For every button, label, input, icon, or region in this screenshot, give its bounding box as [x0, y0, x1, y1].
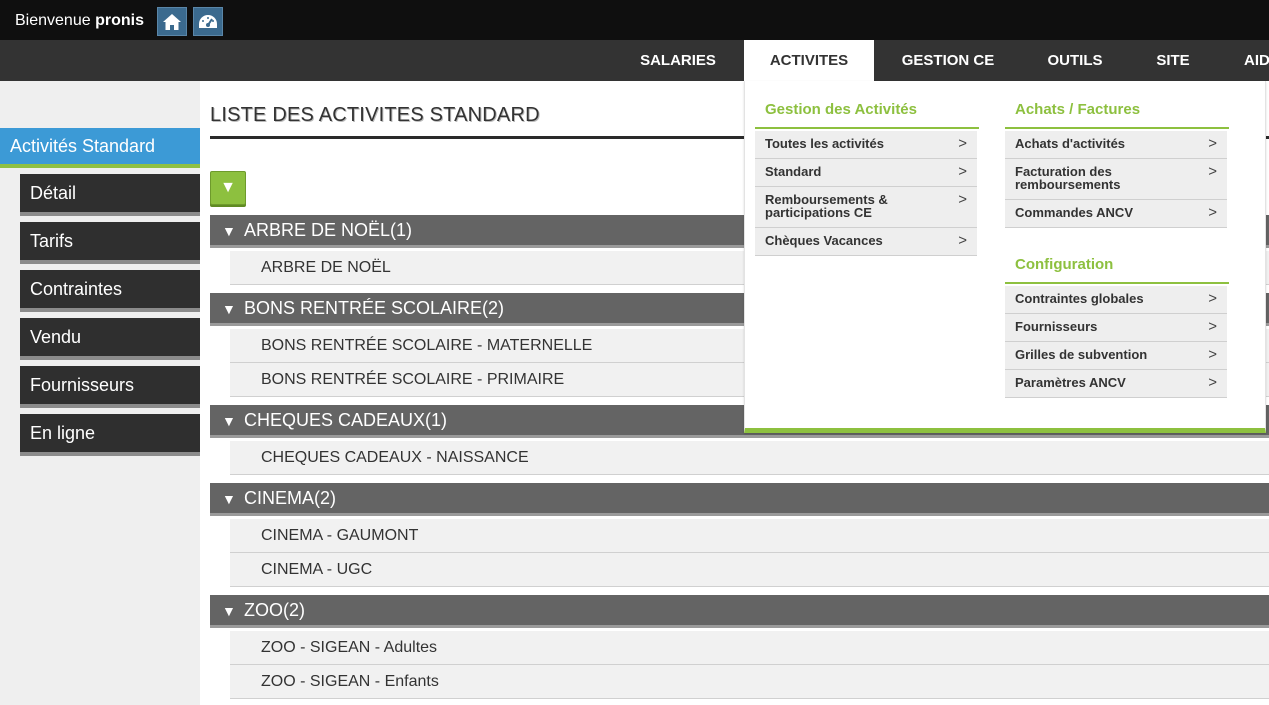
list-item[interactable]: ZOO - SIGEAN - Adultes [230, 631, 1269, 665]
nav-outils[interactable]: OUTILS [1030, 40, 1120, 81]
collapse-triangle-icon: ▼ [222, 491, 236, 507]
menu-heading-achats: Achats / Factures [1015, 101, 1141, 118]
collapse-triangle-icon: ▼ [222, 301, 236, 317]
menu-divider [755, 127, 979, 129]
dashboard-icon [199, 14, 217, 28]
sidebar-item-tarifs[interactable]: Tarifs [20, 222, 200, 264]
category-label: ZOO(2) [244, 600, 305, 620]
chevron-right-icon: > [958, 191, 967, 208]
collapse-triangle-icon: ▼ [222, 413, 236, 429]
nav-salaries[interactable]: SALARIES [624, 40, 732, 81]
menu-item-label: Facturation des remboursements [1015, 164, 1121, 192]
nav-gestion-ce[interactable]: GESTION CE [888, 40, 1008, 81]
collapse-triangle-icon: ▼ [222, 603, 236, 619]
list-item[interactable]: ZOO - SIGEAN - Enfants [230, 665, 1269, 699]
category-label: ARBRE DE NOËL(1) [244, 220, 413, 240]
chevron-right-icon: > [958, 163, 967, 180]
menu-item-label: Remboursements & participations CE [765, 192, 888, 220]
menu-item-grilles-subvention[interactable]: Grilles de subvention > [1005, 342, 1227, 370]
menu-item-label: Commandes ANCV [1015, 205, 1133, 220]
main-nav: SALARIES ACTIVITES GESTION CE OUTILS SIT… [0, 40, 1269, 81]
chevron-right-icon: > [958, 232, 967, 249]
chevron-right-icon: > [1208, 163, 1217, 180]
welcome-prefix: Bienvenue [15, 12, 91, 29]
username: pronis [95, 12, 144, 29]
page-title: LISTE DES ACTIVITES STANDARD [210, 104, 540, 126]
menu-item-parametres-ancv[interactable]: Paramètres ANCV > [1005, 370, 1227, 398]
dashboard-button[interactable] [193, 7, 223, 36]
sidebar-item-detail[interactable]: Détail [20, 174, 200, 216]
menu-heading-configuration: Configuration [1015, 256, 1114, 273]
menu-item-label: Grilles de subvention [1015, 347, 1148, 362]
nav-site[interactable]: SITE [1140, 40, 1206, 81]
chevron-right-icon: > [1208, 290, 1217, 307]
sidebar: Activités Standard Détail Tarifs Contrai… [0, 81, 200, 705]
menu-item-facturation[interactable]: Facturation des remboursements > [1005, 159, 1227, 200]
chevron-right-icon: > [1208, 135, 1217, 152]
menu-item-fournisseurs[interactable]: Fournisseurs > [1005, 314, 1227, 342]
menu-divider [1005, 282, 1229, 284]
menu-item-achats-activites[interactable]: Achats d'activités > [1005, 131, 1227, 159]
menu-item-label: Toutes les activités [765, 136, 884, 151]
category-label: CINEMA(2) [244, 488, 337, 508]
menu-item-label: Achats d'activités [1015, 136, 1126, 151]
menu-item-standard[interactable]: Standard > [755, 159, 977, 187]
chevron-right-icon: > [958, 135, 967, 152]
list-item[interactable]: CINEMA - UGC [230, 553, 1269, 587]
sidebar-item-vendu[interactable]: Vendu [20, 318, 200, 360]
menu-heading-gestion: Gestion des Activités [765, 101, 917, 118]
menu-item-remboursements[interactable]: Remboursements & participations CE > [755, 187, 977, 228]
category-header[interactable]: ▼ CINEMA(2) [210, 483, 1269, 516]
list-item[interactable]: CHEQUES CADEAUX - NAISSANCE [230, 441, 1269, 475]
category-header[interactable]: ▼ ZOO(2) [210, 595, 1269, 628]
home-button[interactable] [157, 7, 187, 36]
category-label: BONS RENTRÉE SCOLAIRE(2) [244, 298, 505, 318]
nav-aide[interactable]: AID [1236, 40, 1269, 81]
menu-item-label: Contraintes globales [1015, 291, 1144, 306]
menu-item-label: Paramètres ANCV [1015, 375, 1126, 390]
chevron-right-icon: > [1208, 374, 1217, 391]
welcome-text: Bienvenue pronis [15, 12, 144, 30]
expand-all-button[interactable]: ▼ [210, 171, 246, 205]
chevron-right-icon: > [1208, 204, 1217, 221]
activites-dropdown-menu: Gestion des Activités Toutes les activit… [744, 81, 1266, 433]
top-bar: Bienvenue pronis [0, 0, 1269, 40]
menu-item-label: Chèques Vacances [765, 233, 883, 248]
collapse-triangle-icon: ▼ [222, 223, 236, 239]
menu-item-toutes-activites[interactable]: Toutes les activités > [755, 131, 977, 159]
menu-divider [1005, 127, 1229, 129]
menu-item-contraintes-globales[interactable]: Contraintes globales > [1005, 286, 1227, 314]
menu-item-commandes-ancv[interactable]: Commandes ANCV > [1005, 200, 1227, 228]
menu-item-label: Standard [765, 164, 822, 179]
sidebar-item-fournisseurs[interactable]: Fournisseurs [20, 366, 200, 408]
list-item[interactable]: CINEMA - GAUMONT [230, 519, 1269, 553]
chevron-right-icon: > [1208, 318, 1217, 335]
chevron-right-icon: > [1208, 346, 1217, 363]
category-label: CHEQUES CADEAUX(1) [244, 410, 448, 430]
sidebar-heading[interactable]: Activités Standard [0, 128, 200, 168]
menu-item-cheques-vacances[interactable]: Chèques Vacances > [755, 228, 977, 256]
chevron-down-icon: ▼ [220, 179, 236, 196]
menu-item-label: Fournisseurs [1015, 319, 1098, 334]
sidebar-item-en-ligne[interactable]: En ligne [20, 414, 200, 456]
sidebar-item-contraintes[interactable]: Contraintes [20, 270, 200, 312]
nav-activites[interactable]: ACTIVITES [744, 40, 874, 81]
home-icon [163, 13, 181, 30]
